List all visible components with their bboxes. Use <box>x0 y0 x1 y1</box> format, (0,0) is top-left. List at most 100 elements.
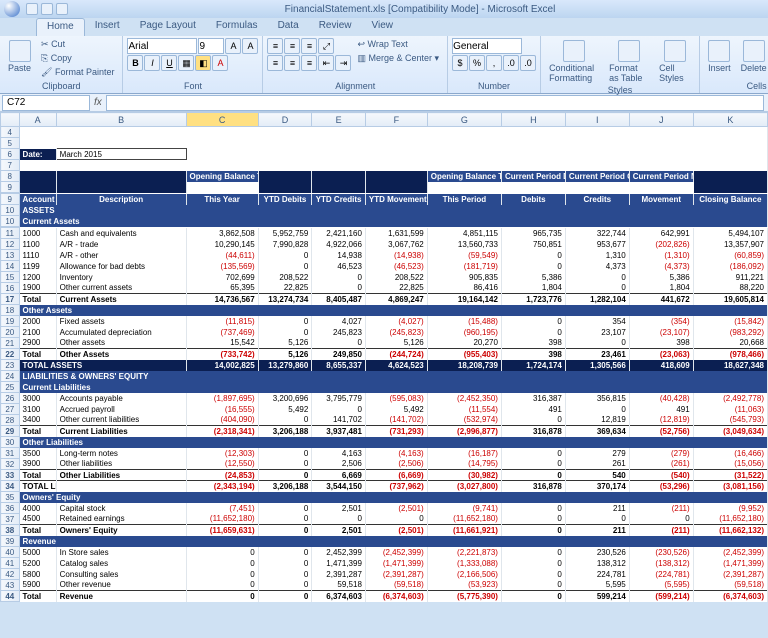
row-5: 5 <box>1 138 768 149</box>
data-row[interactable]: 192000Fixed assets(11,815)04,027(4,027)(… <box>1 316 768 327</box>
data-row[interactable]: 415200Catalog sales001,471,399(1,471,399… <box>1 558 768 569</box>
data-row[interactable]: 29TotalCurrent Liabilities(2,318,341)3,2… <box>1 426 768 437</box>
data-row[interactable]: 34TOTAL LIABILITIES(2,343,194)3,206,1883… <box>1 481 768 492</box>
bold-button[interactable]: B <box>127 55 143 71</box>
data-row[interactable]: 23TOTAL ASSETS14,002,82513,279,8608,655,… <box>1 360 768 371</box>
data-row[interactable]: 141199Allowance for bad debts(135,569)04… <box>1 261 768 272</box>
data-row[interactable]: 151200Inventory702,699208,5220208,522905… <box>1 272 768 283</box>
data-row[interactable]: 22TotalOther Assets(733,742)5,126249,850… <box>1 349 768 360</box>
tab-home[interactable]: Home <box>36 18 85 36</box>
data-row[interactable]: 273100Accrued payroll(16,555)5,49205,492… <box>1 404 768 415</box>
window-title: FinancialStatement.xls [Compatibility Mo… <box>76 4 764 15</box>
comma-icon[interactable]: , <box>486 55 502 71</box>
insert-icon <box>708 40 730 62</box>
tab-insert[interactable]: Insert <box>85 18 130 36</box>
align-middle-icon[interactable]: ≡ <box>284 38 300 54</box>
underline-button[interactable]: U <box>161 55 177 71</box>
data-row[interactable]: 283400Other current liabilities(404,090)… <box>1 415 768 426</box>
data-row[interactable]: 212900Other assets15,5425,12605,12620,27… <box>1 338 768 349</box>
paste-icon <box>9 40 31 62</box>
tab-data[interactable]: Data <box>268 18 309 36</box>
redo-icon[interactable] <box>56 3 68 15</box>
delete-cells-button[interactable]: Delete <box>737 38 768 75</box>
percent-icon[interactable]: % <box>469 55 485 71</box>
wrap-text-button[interactable]: ↩ Wrap Text <box>353 38 443 51</box>
tab-formulas[interactable]: Formulas <box>206 18 268 36</box>
group-cells: Insert Delete Format Cells <box>700 36 768 93</box>
increase-decimal-icon[interactable]: .0 <box>503 55 519 71</box>
format-painter-button[interactable]: 🖌 Format Painter <box>37 66 118 79</box>
data-row[interactable]: 202100Accumulated depreciation(737,469)0… <box>1 327 768 338</box>
fill-color-button[interactable]: ◧ <box>195 55 211 71</box>
data-row[interactable]: 425800Consulting sales002,391,287(2,391,… <box>1 569 768 580</box>
align-top-icon[interactable]: ≡ <box>267 38 283 54</box>
copy-button[interactable]: ⎘ Copy <box>37 52 118 65</box>
tab-view[interactable]: View <box>361 18 403 36</box>
data-row[interactable]: 364000Capital stock(7,451)02,501(2,501)(… <box>1 503 768 514</box>
fx-icon[interactable]: fx <box>90 97 106 108</box>
name-box[interactable] <box>2 95 90 111</box>
section-header: 35Owners' Equity <box>1 492 768 503</box>
data-row[interactable]: 111000Cash and equivalents3,862,5085,952… <box>1 228 768 239</box>
quick-access-toolbar <box>26 3 68 15</box>
data-row[interactable]: 323900Other liabilities(12,550)02,506(2,… <box>1 459 768 470</box>
group-alignment: ≡ ≡ ≡ ⤢ ≡ ≡ ≡ ⇤ ⇥ ↩ Wrap Text ▥ Merge & … <box>263 36 448 93</box>
indent-increase-icon[interactable]: ⇥ <box>335 55 351 71</box>
conditional-formatting-button[interactable]: Conditional Formatting <box>545 38 603 85</box>
data-row[interactable]: 44TotalRevenue006,374,603(6,374,603)(5,7… <box>1 591 768 602</box>
cell-styles-button[interactable]: Cell Styles <box>655 38 695 85</box>
conditional-formatting-icon <box>563 40 585 62</box>
number-format-select[interactable] <box>452 38 522 54</box>
data-row[interactable]: 405000In Store sales002,452,399(2,452,39… <box>1 547 768 558</box>
data-row[interactable]: 38TotalOwners' Equity(11,659,631)02,501(… <box>1 525 768 536</box>
grow-font-icon[interactable]: A <box>225 38 241 54</box>
worksheet-grid[interactable]: ABCDEFGHIJK 4 5 6Date:March 2015 7 8Open… <box>0 112 768 602</box>
tab-page-layout[interactable]: Page Layout <box>130 18 206 36</box>
group-number: $ % , .0 .0 Number <box>448 36 541 93</box>
section-header: 18Other Assets <box>1 305 768 316</box>
align-bottom-icon[interactable]: ≡ <box>301 38 317 54</box>
paste-button[interactable]: Paste <box>4 38 35 75</box>
font-size-select[interactable] <box>198 38 224 54</box>
delete-icon <box>743 40 765 62</box>
section-current-assets: Current Assets <box>19 216 767 227</box>
column-headers[interactable]: ABCDEFGHIJK <box>1 113 768 127</box>
data-row[interactable]: 161900Other current assets65,39522,82502… <box>1 283 768 294</box>
data-row[interactable]: 263000Accounts payable(1,897,695)3,200,6… <box>1 393 768 404</box>
data-row[interactable]: 33TotalOther Liabilities(24,853)06,669(6… <box>1 470 768 481</box>
data-row[interactable]: 313500Long-term notes(12,303)04,163(4,16… <box>1 448 768 459</box>
undo-icon[interactable] <box>41 3 53 15</box>
office-button[interactable] <box>4 1 20 17</box>
cut-button[interactable]: ✂ Cut <box>37 38 118 51</box>
italic-button[interactable]: I <box>144 55 160 71</box>
format-as-table-button[interactable]: Format as Table <box>605 38 653 85</box>
data-row[interactable]: 121100A/R - trade10,290,1457,990,8284,92… <box>1 239 768 250</box>
align-left-icon[interactable]: ≡ <box>267 55 283 71</box>
tab-review[interactable]: Review <box>309 18 362 36</box>
border-button[interactable]: ▦ <box>178 55 194 71</box>
data-row[interactable]: 374500Retained earnings(11,652,180)000(1… <box>1 514 768 525</box>
title-bar: FinancialStatement.xls [Compatibility Mo… <box>0 0 768 18</box>
data-row[interactable]: 17TotalCurrent Assets14,736,56713,274,73… <box>1 294 768 305</box>
section-header: 24LIABILITIES & OWNERS' EQUITY <box>1 371 768 382</box>
data-row[interactable]: 131110A/R - other(44,611)014,938(14,938)… <box>1 250 768 261</box>
align-center-icon[interactable]: ≡ <box>284 55 300 71</box>
formula-input[interactable] <box>106 95 764 111</box>
group-font: A A B I U ▦ ◧ A Font <box>123 36 263 93</box>
insert-cells-button[interactable]: Insert <box>704 38 735 75</box>
group-styles: Conditional Formatting Format as Table C… <box>541 36 700 93</box>
formula-bar: fx <box>0 94 768 112</box>
decrease-decimal-icon[interactable]: .0 <box>520 55 536 71</box>
align-right-icon[interactable]: ≡ <box>301 55 317 71</box>
header-row-1: 8Opening Balance This YearOpening Balanc… <box>1 171 768 182</box>
font-name-select[interactable] <box>127 38 197 54</box>
indent-decrease-icon[interactable]: ⇤ <box>318 55 334 71</box>
currency-icon[interactable]: $ <box>452 55 468 71</box>
row-7: 7 <box>1 160 768 171</box>
orientation-icon[interactable]: ⤢ <box>318 38 334 54</box>
data-row[interactable]: 435900Other revenue0059,518(59,518)(53,9… <box>1 580 768 591</box>
shrink-font-icon[interactable]: A <box>242 38 258 54</box>
font-color-button[interactable]: A <box>212 55 228 71</box>
save-icon[interactable] <box>26 3 38 15</box>
merge-center-button[interactable]: ▥ Merge & Center ▾ <box>353 52 443 65</box>
